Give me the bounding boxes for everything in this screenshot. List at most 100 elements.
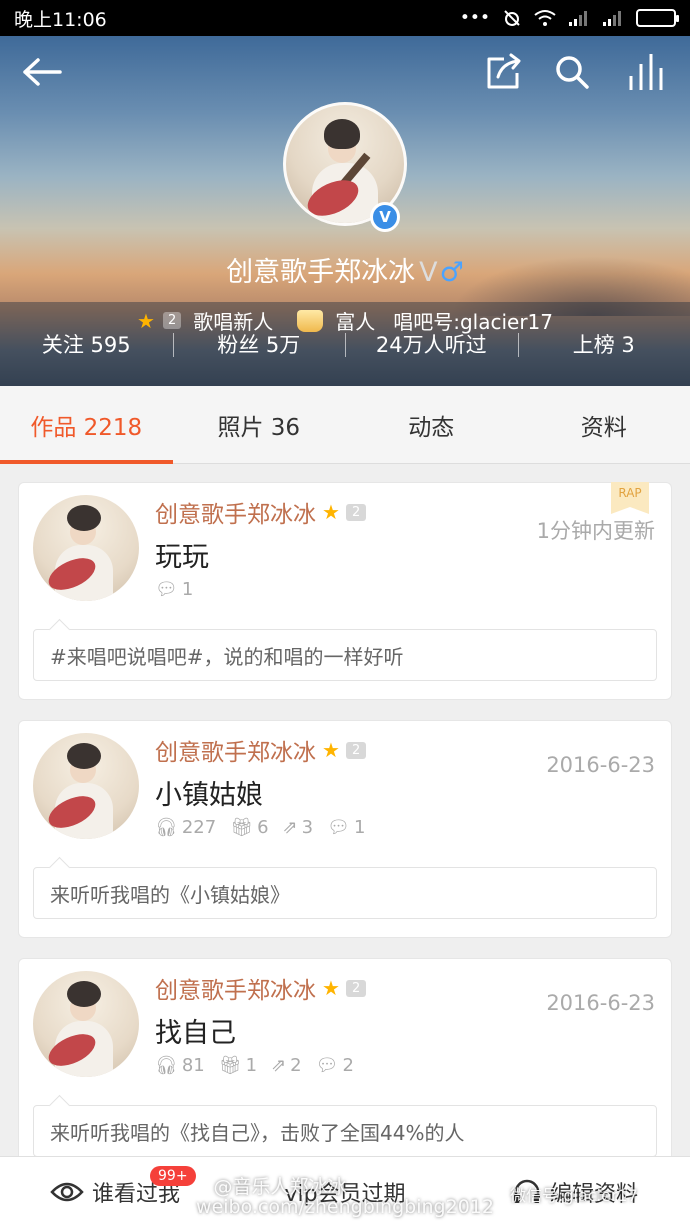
- work-time: 2016-6-23: [546, 991, 655, 1015]
- search-icon: [556, 56, 589, 89]
- headphones-icon: 🎧︎: [155, 817, 178, 838]
- listen-metric: 🎧︎ 227: [155, 817, 216, 838]
- level-badge: 2: [345, 741, 367, 759]
- visitors-badge: 99+: [150, 1165, 196, 1186]
- gift-icon: 🎁︎: [230, 817, 254, 838]
- listen-count: 81: [181, 1055, 205, 1076]
- listen-metric: 🎧︎ 81: [155, 1055, 205, 1076]
- work-description: 来听听我唱的《找自己》，击败了全国44%的人: [33, 1105, 657, 1157]
- profile-header: V 创意歌手郑冰冰 V♂ ★ 2 歌唱新人 富人 唱吧号:glacier17 关注 …: [0, 36, 690, 386]
- share-metric: ⇗ 2: [271, 1055, 302, 1076]
- wifi-icon: [534, 10, 556, 26]
- bottom-bar: 谁看过我 99+ vip会员过期 编辑资料: [0, 1156, 690, 1226]
- work-title[interactable]: 小镇姑娘: [155, 773, 263, 812]
- work-metrics: 💬︎ 1: [155, 579, 193, 600]
- comment-metric: 💬︎ 2: [316, 1055, 354, 1076]
- status-icons: •••: [459, 8, 679, 28]
- tab-photos[interactable]: 照片 36: [173, 386, 346, 463]
- gift-count: 6: [257, 817, 269, 838]
- tab-activity[interactable]: 动态: [345, 386, 518, 463]
- star-icon: ★: [322, 976, 340, 1000]
- star-icon: ★: [322, 500, 340, 524]
- comment-count: 1: [181, 579, 194, 600]
- eye-icon: [50, 1182, 84, 1201]
- arrow-left-icon: [23, 58, 62, 86]
- profile-tabs: 作品 2218 照片 36 动态 资料: [0, 386, 690, 464]
- headset-icon: [513, 1179, 540, 1203]
- work-time: 2016-6-23: [546, 753, 655, 777]
- listen-count: 227: [181, 817, 217, 838]
- work-card[interactable]: 创意歌手郑冰冰 ★ 2 2016-6-23 找自己 🎧︎ 81 🎁︎ 1 ⇗ 2 💬︎ 2 …: [18, 958, 672, 1176]
- comment-icon: 💬︎: [155, 579, 178, 600]
- headphones-icon: 🎧︎: [155, 1055, 178, 1076]
- work-author[interactable]: 创意歌手郑冰冰 ★ 2: [155, 733, 367, 767]
- work-author[interactable]: 创意歌手郑冰冰 ★ 2: [155, 971, 367, 1005]
- share-count: 3: [301, 817, 314, 838]
- verified-badge: V: [370, 202, 400, 232]
- comment-metric: 💬︎ 1: [327, 817, 365, 838]
- work-author-name: 创意歌手郑冰冰: [155, 740, 316, 766]
- share-icon: [487, 53, 521, 89]
- gift-count: 1: [245, 1055, 258, 1076]
- share-icon: ⇗: [271, 1055, 287, 1076]
- profile-name: 创意歌手郑冰冰: [226, 257, 416, 288]
- cell-signal-icon: [569, 11, 587, 26]
- stat-listens[interactable]: 24万人听过: [345, 329, 518, 359]
- level-badge: 2: [345, 503, 367, 521]
- male-icon: ♂: [439, 257, 464, 288]
- work-description: 来听听我唱的《小镇姑娘》: [33, 867, 657, 919]
- work-description: #来唱吧说唱吧#，说的和唱的一样好听: [33, 629, 657, 681]
- comment-count: 2: [342, 1055, 354, 1076]
- battery-icon: [636, 9, 679, 27]
- edit-profile-label: 编辑资料: [549, 1181, 638, 1207]
- share-icon: ⇗: [282, 817, 298, 838]
- cell-signal-2-icon: [603, 11, 621, 26]
- bar-chart-icon: [629, 54, 663, 90]
- search-button[interactable]: [550, 50, 594, 94]
- visitors-button[interactable]: 谁看过我 99+: [0, 1165, 230, 1208]
- work-author-name: 创意歌手郑冰冰: [155, 978, 316, 1004]
- share-metric: ⇗ 3: [283, 817, 314, 838]
- work-author-name: 创意歌手郑冰冰: [155, 502, 316, 528]
- edit-profile-button[interactable]: 编辑资料: [460, 1176, 690, 1208]
- vip-button[interactable]: vip会员过期: [230, 1176, 460, 1208]
- comment-icon: 💬︎: [315, 1055, 339, 1076]
- profile-name-line: 创意歌手郑冰冰 V♂: [0, 250, 690, 289]
- tab-works[interactable]: 作品 2218: [0, 386, 173, 464]
- gift-metric: 🎁︎ 6: [230, 817, 268, 838]
- comment-icon: 💬︎: [327, 817, 350, 838]
- work-author-avatar[interactable]: [33, 495, 139, 601]
- status-time: 晚上11:06: [14, 8, 107, 31]
- stat-fans[interactable]: 粉丝 5万: [172, 329, 346, 359]
- work-title[interactable]: 找自己: [155, 1011, 236, 1050]
- star-icon: ★: [322, 738, 340, 762]
- status-bar: 晚上11:06 •••: [0, 0, 690, 36]
- work-card[interactable]: RAP 创意歌手郑冰冰 ★ 2 1分钟内更新 玩玩 💬︎ 1 #来唱吧说唱吧#，说的和…: [18, 482, 672, 700]
- vip-label: vip会员过期: [284, 1181, 406, 1207]
- signal-dots-icon: •••: [459, 8, 490, 28]
- comment-count: 1: [353, 817, 366, 838]
- tab-profile-info[interactable]: 资料: [518, 386, 690, 463]
- work-author-avatar[interactable]: [33, 971, 139, 1077]
- mute-alarm-icon: [504, 10, 520, 26]
- work-time: 1分钟内更新: [536, 519, 655, 543]
- profile-stats: 关注 595 粉丝 5万 24万人听过 上榜 3: [0, 302, 690, 386]
- work-title[interactable]: 玩玩: [155, 535, 209, 574]
- stat-rank[interactable]: 上榜 3: [517, 329, 690, 359]
- comment-metric: 💬︎ 1: [155, 579, 193, 600]
- gift-metric: 🎁︎ 1: [219, 1055, 257, 1076]
- work-card[interactable]: 创意歌手郑冰冰 ★ 2 2016-6-23 小镇姑娘 🎧︎ 227 🎁︎ 6 ⇗ 3 💬︎…: [18, 720, 672, 938]
- ranking-button[interactable]: [624, 50, 668, 94]
- work-metrics: 🎧︎ 81 🎁︎ 1 ⇗ 2 💬︎ 2: [155, 1055, 354, 1076]
- level-badge: 2: [345, 979, 367, 997]
- share-button[interactable]: [482, 50, 526, 94]
- work-metrics: 🎧︎ 227 🎁︎ 6 ⇗ 3 💬︎ 1: [155, 817, 365, 838]
- back-button[interactable]: [20, 50, 64, 94]
- rap-tag: RAP: [611, 482, 649, 514]
- vip-v-icon: V: [419, 257, 438, 288]
- work-author[interactable]: 创意歌手郑冰冰 ★ 2: [155, 495, 367, 529]
- gift-icon: 🎁︎: [218, 1055, 242, 1076]
- share-count: 2: [290, 1055, 302, 1076]
- stat-following[interactable]: 关注 595: [0, 329, 173, 359]
- work-author-avatar[interactable]: [33, 733, 139, 839]
